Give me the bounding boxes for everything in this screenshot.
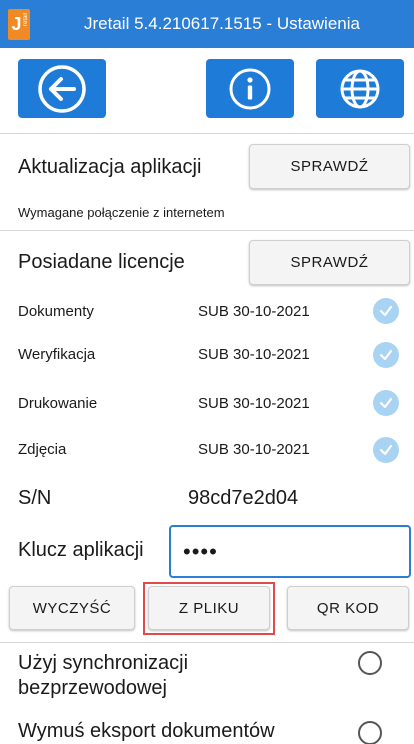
globe-icon	[340, 69, 380, 108]
clear-button[interactable]: WYCZYŚĆ	[9, 586, 135, 630]
divider	[0, 230, 414, 231]
wireless-sync-radio[interactable]	[358, 651, 382, 675]
license-name: Weryfikacja	[18, 346, 96, 363]
window-title: Jretail 5.4.210617.1515 - Ustawienia	[84, 14, 360, 33]
serial-label: S/N	[18, 487, 52, 509]
license-name: Drukowanie	[18, 395, 98, 412]
check-icon	[373, 390, 399, 416]
title-bar: J retail Jretail 5.4.210617.1515 - Ustaw…	[0, 0, 414, 48]
serial-value: 98cd7e2d04	[188, 487, 299, 509]
divider	[0, 133, 414, 134]
back-button[interactable]	[18, 59, 106, 118]
force-export-label: Wymuś eksport dokumentów	[18, 720, 275, 742]
force-export-radio[interactable]	[358, 721, 382, 744]
info-icon	[229, 68, 271, 109]
internet-required-note: Wymagane połączenie z internetem	[18, 205, 225, 220]
license-name: Zdjęcia	[18, 441, 67, 458]
check-icon	[373, 342, 399, 368]
check-update-button[interactable]: SPRAWDŹ	[249, 144, 410, 189]
qr-code-button[interactable]: QR KOD	[287, 586, 409, 630]
back-arrow-icon	[38, 64, 86, 113]
check-icon	[373, 298, 399, 324]
update-label: Aktualizacja aplikacji	[18, 156, 202, 178]
app-key-field[interactable]: ••••	[169, 525, 411, 578]
license-name: Dokumenty	[18, 303, 94, 320]
language-button[interactable]	[316, 59, 404, 118]
info-button[interactable]	[206, 59, 294, 118]
divider	[0, 642, 414, 643]
license-value: SUB 30-10-2021	[198, 395, 310, 412]
wireless-sync-label: Użyj synchronizacji bezprzewodowej	[18, 652, 189, 699]
app-key-label: Klucz aplikacji	[18, 539, 144, 561]
licenses-label: Posiadane licencje	[18, 251, 185, 273]
license-value: SUB 30-10-2021	[198, 346, 310, 363]
check-licenses-button[interactable]: SPRAWDŹ	[249, 240, 410, 285]
selection-highlight	[143, 582, 275, 635]
license-value: SUB 30-10-2021	[198, 441, 310, 458]
license-value: SUB 30-10-2021	[198, 303, 310, 320]
check-icon	[373, 437, 399, 463]
